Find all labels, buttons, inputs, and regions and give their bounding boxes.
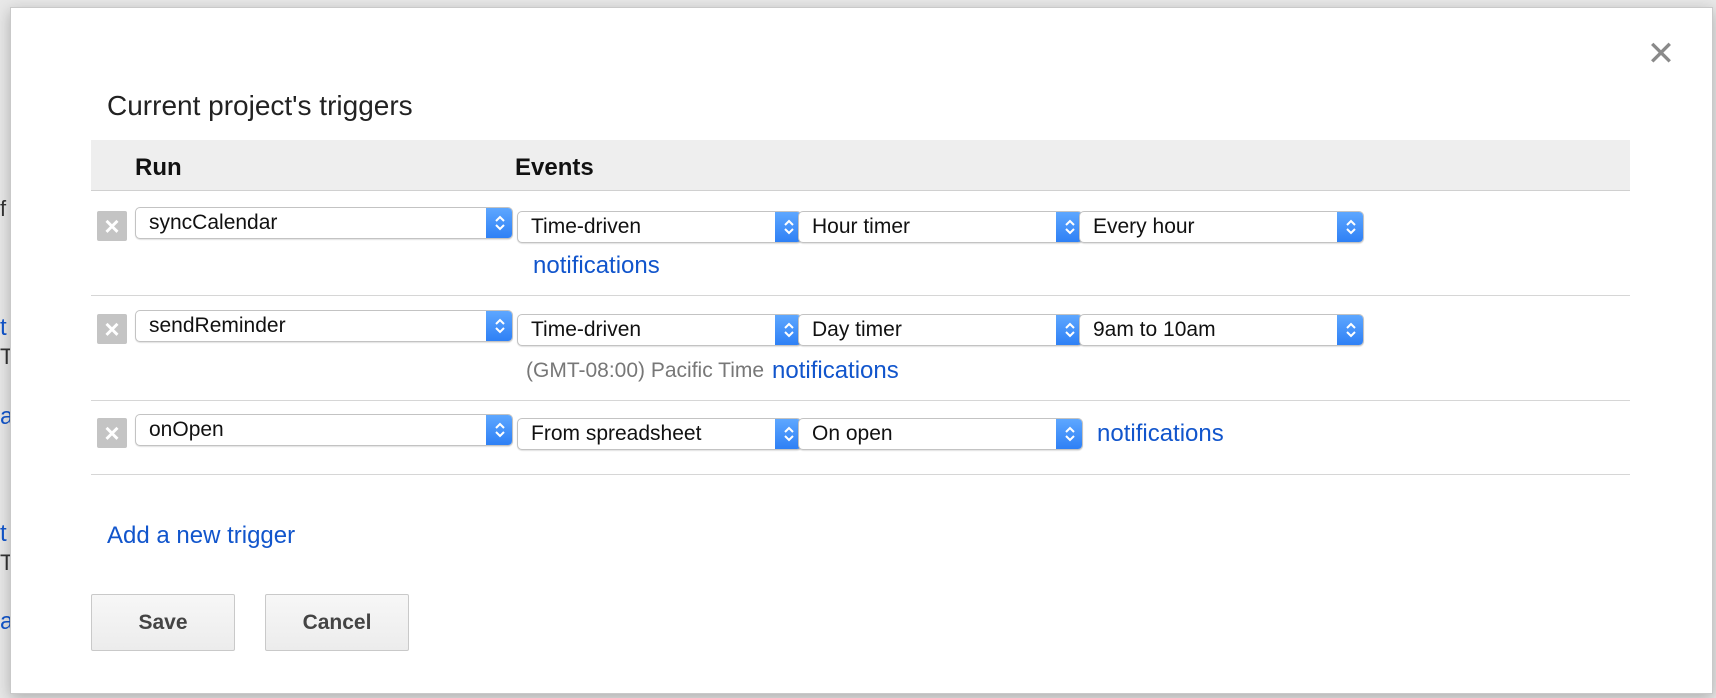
select-value: sendReminder (149, 314, 286, 337)
background-link-fragment: t (0, 520, 7, 547)
select-arrows-icon (1337, 212, 1363, 242)
notifications-link[interactable]: notifications (1097, 420, 1224, 448)
select-arrows-icon (1337, 315, 1363, 345)
notifications-link[interactable]: notifications (533, 252, 660, 280)
column-header-run: Run (135, 154, 182, 181)
select-arrows-icon (486, 208, 512, 238)
select-value: Hour timer (812, 215, 911, 238)
add-trigger-link[interactable]: Add a new trigger (107, 522, 295, 550)
select-arrows-icon (1056, 419, 1082, 449)
column-header-events: Events (515, 154, 594, 181)
triggers-dialog: ✕ Current project's triggers Run Events … (10, 7, 1713, 694)
delete-trigger-button[interactable]: × (97, 211, 127, 241)
event-detail-select[interactable]: 9am to 10am (1079, 314, 1364, 346)
event-type-select[interactable]: Hour timer (798, 211, 1083, 243)
close-icon[interactable]: ✕ (1645, 37, 1677, 71)
dialog-title: Current project's triggers (107, 90, 413, 121)
event-source-select[interactable]: Time-driven (517, 314, 802, 346)
delete-trigger-button[interactable]: × (97, 314, 127, 344)
row-divider (91, 400, 1630, 401)
select-value: Every hour (1093, 215, 1195, 238)
save-button[interactable]: Save (91, 594, 235, 651)
select-value: syncCalendar (149, 211, 278, 234)
event-type-select[interactable]: On open (798, 418, 1083, 450)
select-value: From spreadsheet (531, 422, 702, 445)
event-detail-select[interactable]: Every hour (1079, 211, 1364, 243)
select-value: Time-driven (531, 318, 642, 341)
notifications-link[interactable]: notifications (772, 357, 899, 385)
function-select[interactable]: syncCalendar (135, 207, 513, 239)
event-source-select[interactable]: From spreadsheet (517, 418, 802, 450)
triggers-table-header: Run Events (91, 140, 1630, 191)
select-value: onOpen (149, 418, 224, 441)
select-value: Day timer (812, 318, 902, 341)
timezone-label: (GMT-08:00) Pacific Time (526, 359, 765, 382)
select-arrows-icon (486, 311, 512, 341)
event-source-select[interactable]: Time-driven (517, 211, 802, 243)
row-divider (91, 295, 1630, 296)
background-text-fragment: f (0, 196, 7, 221)
event-type-select[interactable]: Day timer (798, 314, 1083, 346)
function-select[interactable]: onOpen (135, 414, 513, 446)
select-value: On open (812, 422, 893, 445)
row-divider (91, 474, 1630, 475)
select-value: 9am to 10am (1093, 318, 1216, 341)
delete-trigger-button[interactable]: × (97, 418, 127, 448)
function-select[interactable]: sendReminder (135, 310, 513, 342)
select-value: Time-driven (531, 215, 642, 238)
cancel-button[interactable]: Cancel (265, 594, 409, 651)
background-link-fragment: t (0, 314, 7, 341)
select-arrows-icon (486, 415, 512, 445)
